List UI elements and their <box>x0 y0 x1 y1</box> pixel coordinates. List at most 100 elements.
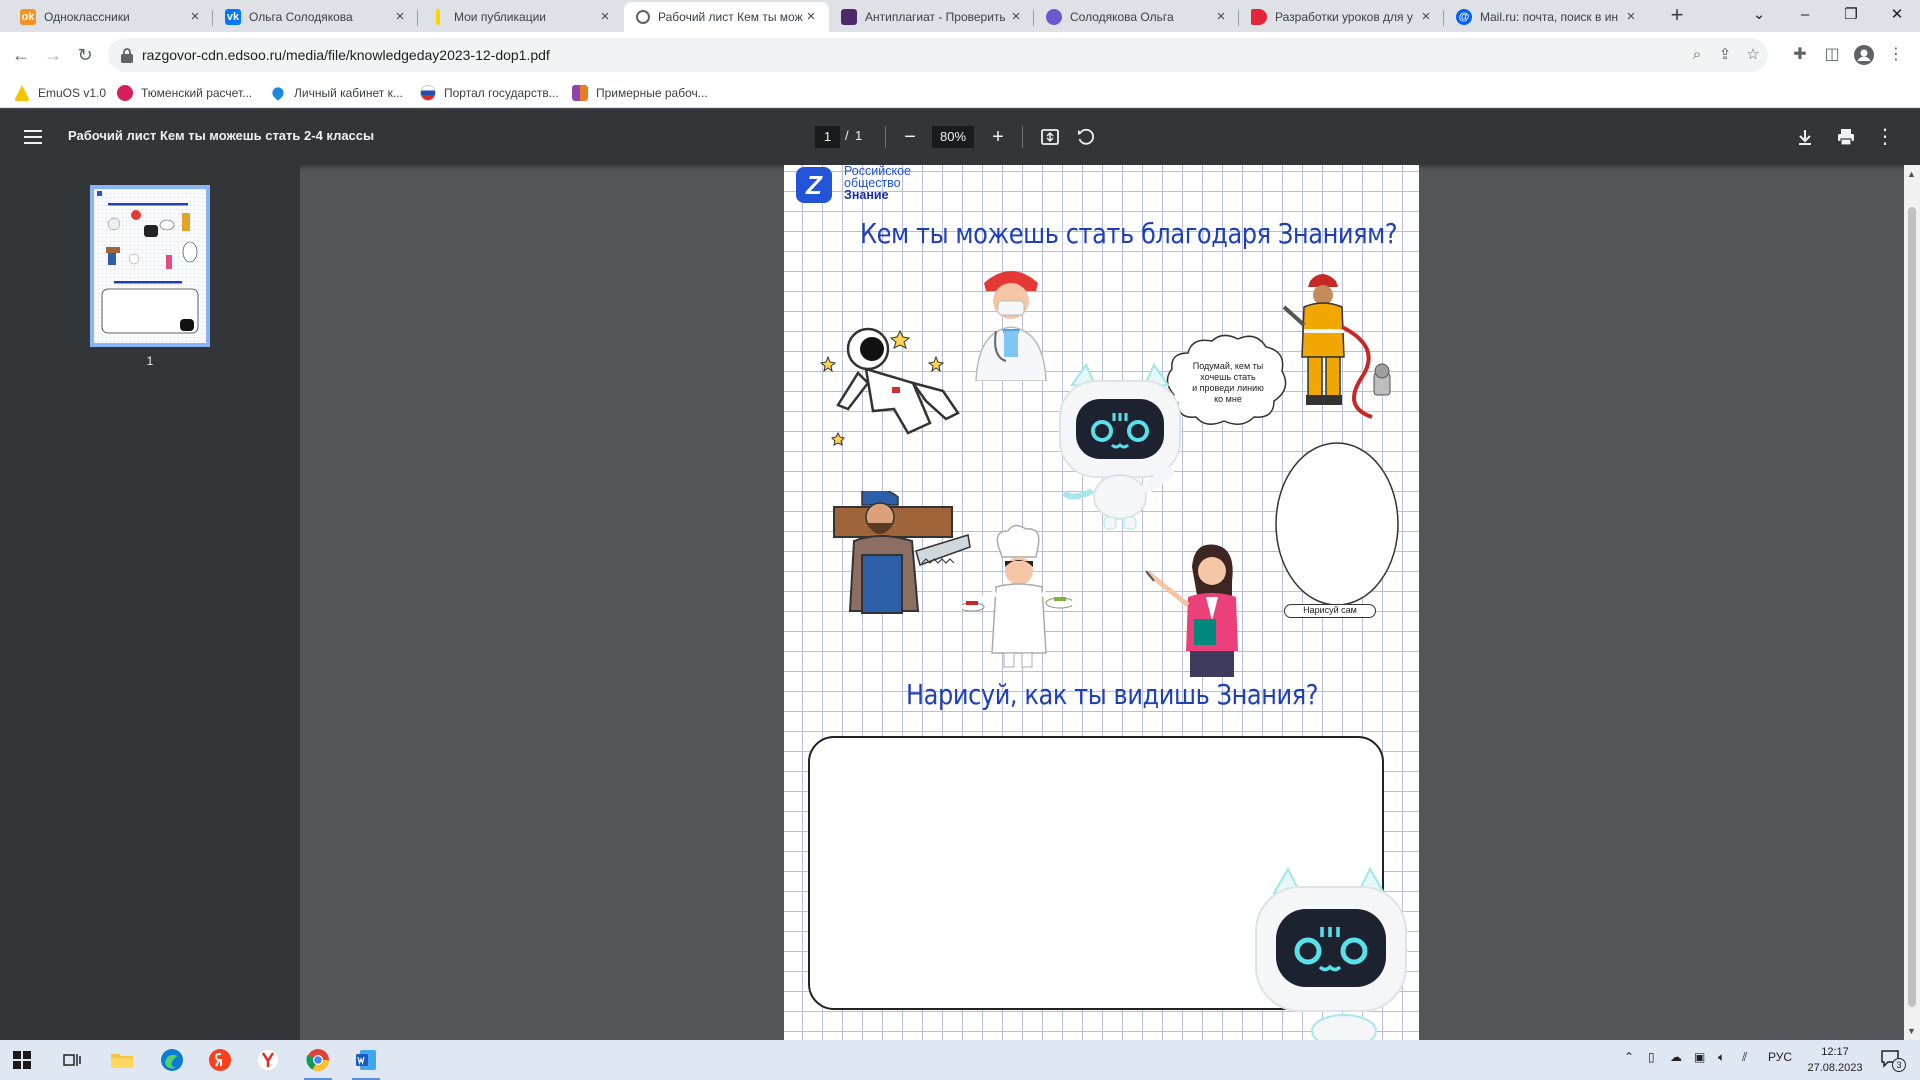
forward-button[interactable]: → <box>38 40 68 70</box>
thumbnail-sidebar: 1 <box>0 165 300 1040</box>
tab-search-chevron-icon[interactable]: ⌄ <box>1736 0 1782 30</box>
device-icon[interactable]: ▯ <box>1648 1050 1655 1064</box>
tab-mailru[interactable]: @ Mail.ru: почта, поиск в ин × <box>1444 2 1649 32</box>
carpenter-illustration <box>833 491 971 614</box>
close-tab-icon[interactable]: × <box>597 9 613 25</box>
draw-yourself-label: Нарисуй сам <box>1284 604 1376 618</box>
speech-bubble-text: Подумай, кем ты хочешь стать и проведи л… <box>1192 361 1264 404</box>
draw-heading: Нарисуй, как ты видишь Знания? <box>906 678 1319 711</box>
back-button[interactable]: ← <box>6 40 36 70</box>
bookmark-label: Тюменский расчет... <box>141 86 253 100</box>
url-text[interactable]: razgovor-cdn.edsoo.ru/media/file/knowled… <box>142 47 550 63</box>
share-icon[interactable]: ⇪ <box>1714 44 1736 66</box>
zoom-out-button[interactable]: − <box>898 125 922 149</box>
side-panel-icon[interactable]: ◫ <box>1820 43 1844 67</box>
robot-corner-illustration <box>1255 866 1407 1040</box>
more-actions-icon[interactable]: ⋮ <box>1873 125 1897 149</box>
close-tab-icon[interactable]: × <box>187 9 203 25</box>
system-clock[interactable]: 12:17 27.08.2023 <box>1800 1044 1870 1076</box>
page-separator: / <box>845 128 849 143</box>
fit-to-page-button[interactable] <box>1038 125 1062 149</box>
screen-capture-icon[interactable]: ▣ <box>1694 1050 1705 1064</box>
edge-button[interactable] <box>152 1044 192 1076</box>
scroll-up-icon[interactable]: ▲ <box>1907 169 1916 179</box>
antiplagiat-icon <box>841 9 857 25</box>
firefighter-illustration <box>1282 274 1391 419</box>
task-view-button[interactable] <box>52 1044 92 1076</box>
file-explorer-button[interactable] <box>102 1044 142 1076</box>
close-window-button[interactable]: ✕ <box>1874 0 1920 30</box>
lock-icon[interactable] <box>120 47 134 63</box>
teacher-illustration <box>1146 544 1238 677</box>
cloud-sync-icon[interactable]: ☁ <box>1670 1050 1682 1064</box>
address-bar[interactable]: razgovor-cdn.edsoo.ru/media/file/knowled… <box>108 38 1768 72</box>
close-tab-icon[interactable]: × <box>1623 9 1639 25</box>
bookmark-label: Примерные рабоч... <box>596 86 708 100</box>
bookmark-star-icon[interactable]: ☆ <box>1742 44 1764 66</box>
notification-count: 3 <box>1892 1058 1906 1072</box>
sidebar-menu-icon[interactable] <box>22 126 44 148</box>
windows-logo-icon <box>13 1051 31 1069</box>
yandex-button[interactable] <box>200 1044 240 1076</box>
bookmark-gosuslugi[interactable]: Портал государств... <box>420 84 559 102</box>
yandex-browser-button[interactable] <box>248 1044 288 1076</box>
close-tab-icon[interactable]: × <box>803 9 819 25</box>
word-button[interactable] <box>346 1044 386 1080</box>
scrollbar-thumb[interactable] <box>1908 207 1916 1007</box>
tab-solodyakova[interactable]: Солодякова Ольга × <box>1034 2 1239 32</box>
close-tab-icon[interactable]: × <box>1008 9 1024 25</box>
bookmark-programs[interactable]: Примерные рабоч... <box>572 84 708 102</box>
print-button[interactable] <box>1834 125 1858 149</box>
extensions-puzzle-icon[interactable]: ✚ <box>1788 43 1812 67</box>
close-tab-icon[interactable]: × <box>392 9 408 25</box>
network-icon[interactable]: ⫽ <box>1742 1050 1747 1065</box>
zoom-level-input[interactable]: 80% <box>932 126 974 148</box>
toolbar-divider <box>1022 126 1023 148</box>
rotate-button[interactable] <box>1074 125 1098 149</box>
zoom-in-button[interactable]: + <box>986 125 1010 149</box>
profile-avatar-icon[interactable] <box>1852 43 1876 67</box>
word-icon <box>356 1050 376 1070</box>
download-button[interactable] <box>1793 125 1817 149</box>
toolbar-divider <box>885 126 886 148</box>
tab-infourok[interactable]: Разработки уроков для у × <box>1239 2 1444 32</box>
page-number-input[interactable]: 1 <box>815 126 840 148</box>
close-tab-icon[interactable]: × <box>1213 9 1229 25</box>
reload-button[interactable]: ↻ <box>70 40 100 70</box>
tab-antiplagiat[interactable]: Антиплагиат - Проверить × <box>829 2 1034 32</box>
vk-icon: vk <box>225 9 241 25</box>
volume-icon[interactable]: 🔈︎ <box>1718 1050 1725 1065</box>
restore-window-button[interactable]: ❐ <box>1828 0 1874 30</box>
zoom-lens-icon[interactable]: ⌕ <box>1686 44 1708 66</box>
scroll-down-icon[interactable]: ▼ <box>1907 1026 1916 1036</box>
tab-title: Антиплагиат - Проверить <box>865 10 1006 24</box>
new-tab-button[interactable]: + <box>1663 4 1691 28</box>
bookmark-emuos[interactable]: EmuOS v1.0 <box>14 84 106 102</box>
start-button[interactable] <box>2 1044 42 1076</box>
tab-worksheet-active[interactable]: Рабочий лист Кем ты мож × <box>624 2 829 32</box>
bookmark-label: Портал государств... <box>444 86 559 100</box>
chrome-button[interactable] <box>298 1044 338 1080</box>
browser-menu-icon[interactable]: ⋮ <box>1884 43 1908 67</box>
tab-odnoklassniki[interactable]: ok Одноклассники × <box>8 2 213 32</box>
page-thumbnail[interactable] <box>90 185 210 347</box>
page-scrollbar[interactable]: ▲ ▼ <box>1904 165 1920 1040</box>
yandex-zen-icon <box>436 9 440 25</box>
tab-vk-profile[interactable]: vk Ольга Солодякова × <box>213 2 418 32</box>
notifications-button[interactable]: 3 <box>1880 1048 1906 1072</box>
mailru-icon: @ <box>1456 9 1472 25</box>
bookmark-tyumen[interactable]: Тюменский расчет... <box>117 84 252 102</box>
tab-publications[interactable]: Мои публикации × <box>418 2 623 32</box>
bookmark-cabinet[interactable]: Личный кабинет к... <box>270 84 403 102</box>
minimize-window-button[interactable]: – <box>1782 0 1828 30</box>
doctor-illustration <box>975 271 1047 381</box>
close-tab-icon[interactable]: × <box>1418 9 1434 25</box>
page-total: 1 <box>855 128 863 143</box>
doc-grid-icon <box>572 85 588 101</box>
bookmarks-bar: EmuOS v1.0 Тюменский расчет... Личный ка… <box>0 78 1920 108</box>
tab-title: Мои публикации <box>454 10 546 24</box>
tab-title: Солодякова Ольга <box>1070 10 1174 24</box>
language-indicator[interactable]: РУС <box>1768 1050 1792 1064</box>
show-hidden-icons-icon[interactable]: ⌃ <box>1624 1050 1634 1064</box>
bookmark-label: Личный кабинет к... <box>294 86 403 100</box>
